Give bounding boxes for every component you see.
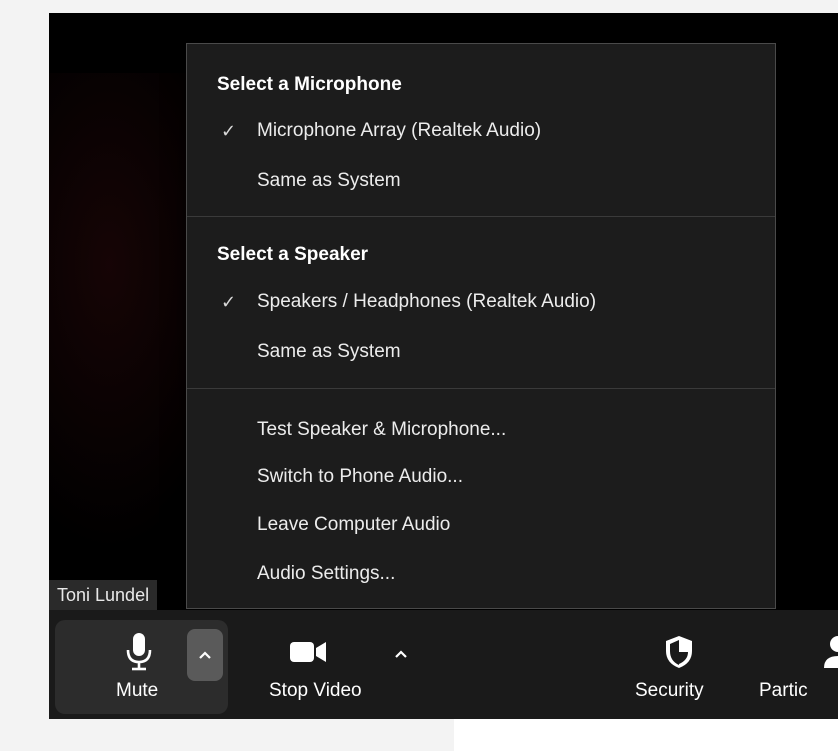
mute-button-label[interactable]: Mute [116,680,158,702]
menu-item-label: Same as System [257,170,401,191]
menu-item-label: Same as System [257,341,401,362]
participants-button-label[interactable]: Partic [759,680,838,702]
menu-divider [187,216,775,217]
checkmark-icon: ✓ [221,291,237,312]
menu-item-speaker-same-as-system[interactable]: Same as System [187,330,775,374]
menu-item-leave-computer-audio[interactable]: Leave Computer Audio [187,503,775,547]
left-background [0,0,49,751]
video-camera-icon[interactable] [289,640,327,664]
video-options-caret-button[interactable] [383,628,419,680]
menu-item-switch-to-phone-audio[interactable]: Switch to Phone Audio... [187,455,775,499]
bottom-background [454,719,838,751]
menu-item-microphone-same-as-system[interactable]: Same as System [187,159,775,203]
microphone-icon[interactable] [125,632,153,672]
security-button-label[interactable]: Security [635,680,704,702]
speaker-section-heading: Select a Speaker [217,244,369,265]
menu-item-label: Speakers / Headphones (Realtek Audio) [257,291,597,312]
menu-item-label: Audio Settings... [257,563,396,584]
audio-options-caret-button[interactable] [187,629,223,681]
participants-icon[interactable] [824,634,838,670]
menu-item-label: Leave Computer Audio [257,514,451,535]
chevron-up-icon [395,650,407,658]
stop-video-button-label[interactable]: Stop Video [269,680,362,702]
checkmark-icon: ✓ [221,120,237,141]
menu-item-label: Microphone Array (Realtek Audio) [257,120,542,141]
participant-name-tag: Toni Lundel [49,580,158,610]
chevron-up-icon [199,651,211,659]
shield-icon[interactable] [663,634,695,670]
zoom-meeting-window: Toni Lundel Select a Microphone ✓ Microp… [0,0,838,751]
audio-options-menu: Select a Microphone ✓ Microphone Array (… [186,43,776,609]
meeting-toolbar: Mute Stop Video Security Partic [49,610,838,719]
menu-item-label: Test Speaker & Microphone... [257,419,507,440]
menu-item-microphone-array[interactable]: ✓ Microphone Array (Realtek Audio) [187,109,775,153]
menu-item-speakers-headphones[interactable]: ✓ Speakers / Headphones (Realtek Audio) [187,280,775,324]
menu-divider [187,388,775,389]
menu-item-audio-settings[interactable]: Audio Settings... [187,552,775,596]
mute-button-group: Mute [55,620,228,714]
menu-item-test-speaker-microphone[interactable]: Test Speaker & Microphone... [187,408,775,452]
menu-item-label: Switch to Phone Audio... [257,466,463,487]
microphone-section-heading: Select a Microphone [217,74,402,95]
